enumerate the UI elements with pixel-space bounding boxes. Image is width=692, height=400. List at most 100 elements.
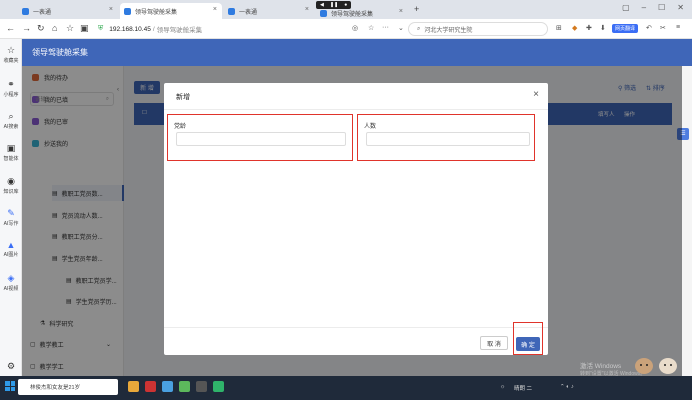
browser-tab[interactable]: 一表通 × bbox=[224, 3, 314, 19]
party-age-input[interactable] bbox=[176, 132, 346, 146]
search-icon: ⌕ bbox=[417, 25, 421, 32]
translate-badge[interactable]: 网页翻译 bbox=[612, 24, 639, 33]
weather-text: 晴朗 二 bbox=[514, 386, 533, 392]
sidebar-item-ai-image[interactable]: ▲ AI图片 bbox=[0, 240, 22, 258]
page-scrollbar[interactable] bbox=[682, 66, 692, 376]
tab-favicon-icon bbox=[228, 7, 235, 15]
url-separator: / bbox=[152, 25, 155, 33]
menu-icon[interactable]: ≡ bbox=[676, 24, 680, 31]
tab-favicon-icon bbox=[124, 7, 131, 15]
stop-icon[interactable]: ● bbox=[344, 2, 347, 8]
confirm-button[interactable]: 确 定 bbox=[516, 337, 540, 351]
extension-icon[interactable]: ▣ bbox=[80, 23, 89, 34]
party-age-field: 党龄 bbox=[167, 114, 353, 161]
ai-image-icon: ▲ bbox=[6, 240, 16, 250]
search-text: 河北大学研究生院 bbox=[424, 27, 473, 34]
maximize-icon[interactable]: ☐ bbox=[658, 3, 665, 12]
sidebar-item-ai-write[interactable]: ✎ AI写作 bbox=[0, 208, 22, 227]
tab-favicon-icon bbox=[320, 9, 327, 17]
more-icon[interactable]: ··· bbox=[382, 24, 389, 31]
close-icon[interactable]: × bbox=[533, 89, 539, 100]
bookmark-icon[interactable]: ☆ bbox=[66, 23, 74, 34]
knowledge-icon: ◉ bbox=[7, 176, 15, 186]
activation-watermark: 激活 Windows bbox=[580, 363, 622, 370]
taskbar-app-files-icon[interactable] bbox=[179, 381, 190, 392]
sidebar-item-knowledge[interactable]: ◉ 知识库 bbox=[0, 176, 22, 195]
browser-tab-bar: 一表通 × 领导驾驶舱采集 × 一表通 × 领导驾驶舱采集 × + ◀ ❚❚ ●… bbox=[0, 0, 692, 19]
location-icon[interactable]: ◎ bbox=[352, 24, 358, 32]
new-tab-icon[interactable]: + bbox=[414, 4, 419, 14]
capture-icon[interactable]: ◀ bbox=[320, 2, 324, 8]
close-tab-icon[interactable]: × bbox=[305, 6, 309, 13]
forward-icon[interactable]: → bbox=[22, 23, 31, 33]
browser-search-input[interactable]: ⌕ 河北大学研究生院 bbox=[408, 22, 548, 36]
taskbar-search-text: 林俊杰和女友是21岁 bbox=[30, 385, 81, 391]
address-bar: ← → ↻ ⌂ ☆ ▣ ⛨ 192.168.10.45 / 领导驾驶舱采集 ◎ … bbox=[0, 19, 692, 39]
sidebar-label: 收藏夹 bbox=[3, 58, 19, 64]
sidebar-settings[interactable]: ⚙ bbox=[0, 361, 22, 373]
window-controls: ▢ – ☐ ✕ bbox=[622, 3, 684, 12]
dialog-divider bbox=[164, 109, 548, 110]
back-icon[interactable]: ← bbox=[6, 23, 15, 33]
agent-icon: ▣ bbox=[6, 143, 16, 153]
close-tab-icon[interactable]: × bbox=[213, 6, 217, 13]
taskbar-app-chrome-icon[interactable] bbox=[128, 381, 139, 392]
browser-tab[interactable]: 一表通 × bbox=[18, 3, 118, 19]
puzzle-icon[interactable]: ✚ bbox=[586, 24, 592, 32]
sidebar-item-favorites[interactable]: ☆ 收藏夹 bbox=[0, 45, 22, 64]
tab-label: 领导驾驶舱采集 bbox=[331, 11, 374, 18]
taskbar-search[interactable]: 林俊杰和女友是21岁 bbox=[18, 379, 118, 395]
close-tab-icon[interactable]: × bbox=[399, 8, 403, 15]
tray-icons[interactable]: ⌃ ◐ ♪ bbox=[560, 384, 574, 390]
screen-record-toolbar[interactable]: ◀ ❚❚ ● bbox=[316, 1, 352, 9]
minimize-icon[interactable]: – bbox=[642, 3, 646, 12]
url-host: 192.168.10.45 bbox=[109, 25, 151, 33]
taskbar-app-browser-icon[interactable] bbox=[162, 381, 173, 392]
sidebar-item-agent[interactable]: ▣ 智能体 bbox=[0, 143, 22, 162]
taskbar: 林俊杰和女友是21岁 ☼ 晴朗 二 ⌃ ◐ ♪ bbox=[0, 376, 692, 400]
taskbar-app-wechat-icon[interactable] bbox=[213, 381, 224, 392]
settings-icon: ⚙ bbox=[6, 361, 16, 371]
add-dialog: 新增 × 党龄 人数 取 消 确 定 bbox=[164, 83, 548, 355]
close-tab-icon[interactable]: × bbox=[109, 6, 113, 13]
sidebar-label: 智能体 bbox=[3, 156, 19, 162]
app-title: 领导驾驶舱采集 bbox=[32, 48, 88, 57]
ai-write-icon: ✎ bbox=[7, 208, 15, 218]
app-header: 领导驾驶舱采集 bbox=[22, 39, 692, 66]
sidebar-label: 知识库 bbox=[3, 189, 19, 195]
browser-tab-active[interactable]: 领导驾驶舱采集 × bbox=[120, 3, 222, 19]
tab-search-icon[interactable]: ▢ bbox=[622, 3, 630, 12]
star-icon: ☆ bbox=[6, 45, 16, 55]
cancel-button[interactable]: 取 消 bbox=[480, 336, 508, 350]
taskbar-app-wps-icon[interactable] bbox=[145, 381, 156, 392]
dialog-footer-divider bbox=[164, 327, 548, 328]
pause-icon[interactable]: ❚❚ bbox=[330, 2, 338, 8]
confirm-highlight: 确 定 bbox=[513, 322, 543, 355]
taskbar-app-terminal-icon[interactable] bbox=[196, 381, 207, 392]
windows-start-icon[interactable] bbox=[5, 381, 15, 391]
star-page-icon[interactable]: ☆ bbox=[368, 24, 374, 32]
secure-shield-icon: ⛨ bbox=[98, 25, 104, 32]
sidebar-label: AI图片 bbox=[3, 252, 19, 258]
dropdown-icon[interactable]: ⌄ bbox=[398, 24, 404, 32]
sidebar-item-ai-video[interactable]: ◈ AI视频 bbox=[0, 273, 22, 292]
sidebar-item-ai-search[interactable]: ⌕ AI搜索 bbox=[0, 111, 22, 130]
tab-favicon-icon bbox=[22, 7, 29, 15]
browser-sidebar: ☆ 收藏夹 ⚭ 小程序 ⌕ AI搜索 ▣ 智能体 ◉ 知识库 ✎ AI写作 ▲ AI图片 ◈ A… bbox=[0, 39, 22, 376]
undo-icon[interactable]: ↶ bbox=[646, 24, 652, 32]
download-icon[interactable]: ⬇ bbox=[600, 24, 606, 32]
sidebar-label: AI视频 bbox=[3, 286, 19, 292]
count-input[interactable] bbox=[366, 132, 530, 146]
scissors-icon[interactable]: ✂ bbox=[660, 24, 666, 32]
url-path: 领导驾驶舱采集 bbox=[156, 27, 203, 34]
ai-video-icon: ◈ bbox=[7, 273, 15, 283]
game-icon[interactable]: ◆ bbox=[572, 24, 577, 32]
tab-label: 一表通 bbox=[33, 9, 52, 16]
sidebar-item-miniprogram[interactable]: ⚭ 小程序 bbox=[0, 79, 22, 98]
close-window-icon[interactable]: ✕ bbox=[677, 3, 684, 12]
tab-label: 领导驾驶舱采集 bbox=[135, 9, 178, 16]
grid-apps-icon[interactable]: ⊞ bbox=[556, 24, 562, 32]
sidebar-label: AI搜索 bbox=[3, 124, 19, 130]
home-icon[interactable]: ⌂ bbox=[52, 23, 57, 33]
reload-icon[interactable]: ↻ bbox=[37, 23, 45, 34]
